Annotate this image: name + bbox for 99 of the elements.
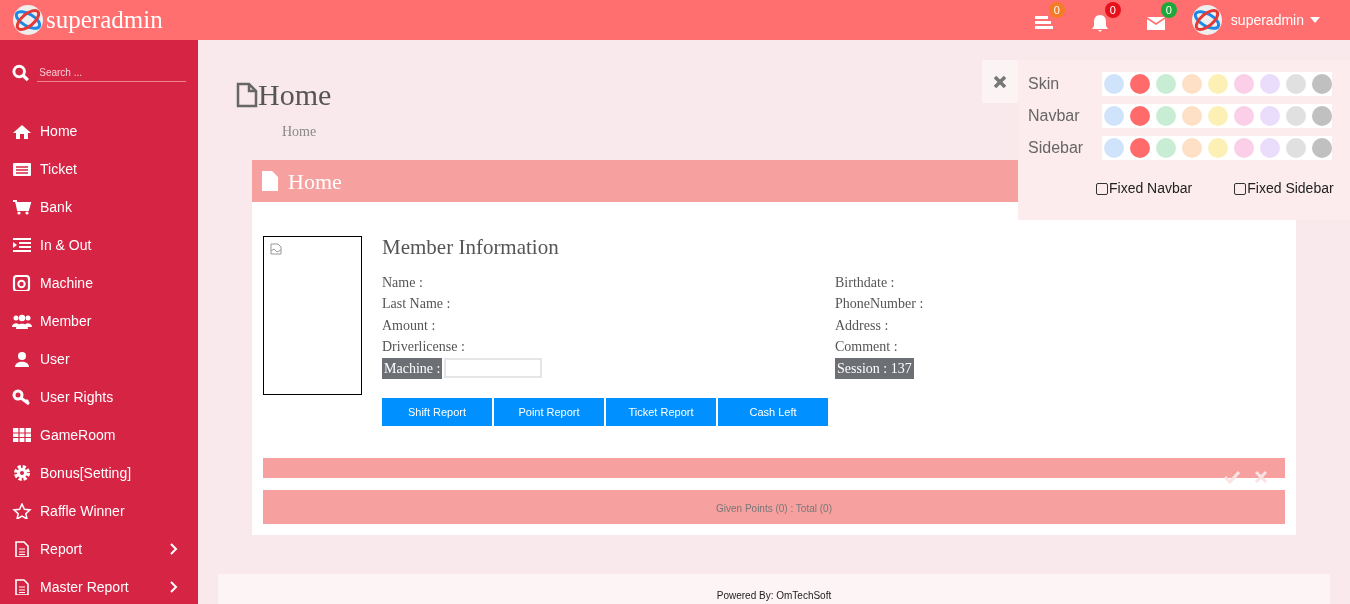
section-title: Member Information [382,234,560,261]
report-button[interactable]: Ticket Report [606,398,716,426]
sidebar-item[interactable]: Home [40,120,78,142]
color-swatch[interactable] [1286,138,1306,158]
user-menu[interactable]: superadmin [1230,9,1304,31]
field-label: Comment : [835,338,899,356]
field-label: Amount : [382,316,437,335]
color-swatch[interactable] [1234,106,1254,126]
color-swatch[interactable] [1260,106,1280,126]
session-label: Session : 137 [835,357,914,379]
color-swatch[interactable] [1312,138,1332,158]
document-icon [12,579,32,595]
color-swatch[interactable] [1260,74,1280,94]
sidebar-item[interactable]: In & Out [40,234,92,256]
color-swatch[interactable] [1208,106,1228,126]
brand-name[interactable]: superadmin [46,1,163,39]
color-swatch[interactable] [1104,74,1124,94]
close-icon[interactable] [993,74,1007,89]
color-swatch[interactable] [1286,74,1306,94]
color-swatch[interactable] [1182,106,1202,126]
color-swatch[interactable] [1260,138,1280,158]
sidebar-item[interactable]: Raffle Winner [40,500,125,522]
count-badge: 0 [1048,2,1065,18]
points-summary: Given Points (0) : Total (0) [716,503,832,514]
checkbox[interactable] [1234,182,1247,195]
sidebar-item[interactable]: Machine [40,272,93,294]
logo-icon [12,4,44,36]
chevron-icon[interactable] [170,543,178,555]
color-swatch[interactable] [1312,106,1332,126]
field-label: PhoneNumber : [835,295,924,313]
setting-label: Navbar [1028,106,1081,126]
check-icon[interactable] [1224,470,1240,484]
color-swatch[interactable] [1182,74,1202,94]
field-label: Driverlicense : [382,338,466,356]
color-swatch[interactable] [1208,138,1228,158]
document-icon [12,541,32,557]
document-icon [262,171,278,191]
report-button[interactable]: Cash Left [718,398,828,426]
color-swatch[interactable] [1130,138,1150,158]
setting-label: Sidebar [1028,138,1085,158]
users-icon [12,313,32,329]
color-swatch[interactable] [1286,106,1306,126]
color-swatch[interactable] [1234,74,1254,94]
document-icon [236,81,258,108]
color-swatch[interactable] [1156,106,1176,126]
color-swatch[interactable] [1156,138,1176,158]
sidebar-item[interactable]: Bonus[Setting] [40,462,132,484]
color-swatch[interactable] [1104,106,1124,126]
page-title: Home [258,77,332,113]
color-swatch[interactable] [1312,74,1332,94]
search-field[interactable]: Search ... [37,64,186,82]
sidebar-item[interactable]: GameRoom [40,424,116,446]
color-swatch[interactable] [1104,138,1124,158]
field-label: Last Name : [382,295,452,313]
sidebar-item[interactable]: User Rights [40,386,114,408]
color-swatch[interactable] [1130,106,1150,126]
sidebar-item[interactable]: Ticket [40,158,77,180]
breadcrumb[interactable]: Home [282,124,317,139]
field-label: Address : [835,316,890,335]
chevron-icon[interactable] [170,581,178,593]
report-button[interactable]: Point Report [494,398,604,426]
key-icon [12,389,32,405]
cart-icon [12,199,32,215]
search-icon [12,64,30,82]
color-swatch[interactable] [1130,74,1150,94]
camera-icon [12,275,32,291]
sidebar-item[interactable]: Bank [40,196,72,218]
color-swatch[interactable] [1234,138,1254,158]
ticket-icon [12,161,32,177]
checkbox-label: Fixed Sidebar [1247,179,1334,198]
count-badge: 0 [1104,2,1121,18]
sidebar-item[interactable]: User [40,348,70,370]
color-swatch[interactable] [1182,138,1202,158]
count-badge: 0 [1160,2,1177,18]
field-label: Name : [382,273,424,292]
broken-image-icon [270,243,282,255]
panel-title: Home [288,167,342,196]
sidebar-item[interactable]: Master Report [40,576,129,598]
settings-icon [12,465,32,481]
caret-icon[interactable] [1310,17,1320,23]
list-icon [12,237,32,253]
checkbox-label: Fixed Navbar [1109,179,1193,198]
avatar-icon[interactable] [1190,4,1223,36]
checkbox[interactable] [1096,182,1108,195]
sidebar-item[interactable]: Member [40,310,92,332]
input-field[interactable] [444,358,543,379]
footer-text: Powered By: OmTechSoft [716,590,832,601]
setting-label: Skin [1028,74,1061,94]
grid-icon [12,427,32,443]
star-icon [12,503,32,519]
color-swatch[interactable] [1208,74,1228,94]
sidebar-item[interactable]: Report [40,538,83,560]
report-button[interactable]: Shift Report [382,398,492,426]
field-label: Birthdate : [835,273,896,292]
field-label: Machine : [382,357,443,379]
color-swatch[interactable] [1156,74,1176,94]
home-icon [12,123,32,139]
close-button[interactable] [982,60,1018,103]
user-icon [12,351,32,367]
